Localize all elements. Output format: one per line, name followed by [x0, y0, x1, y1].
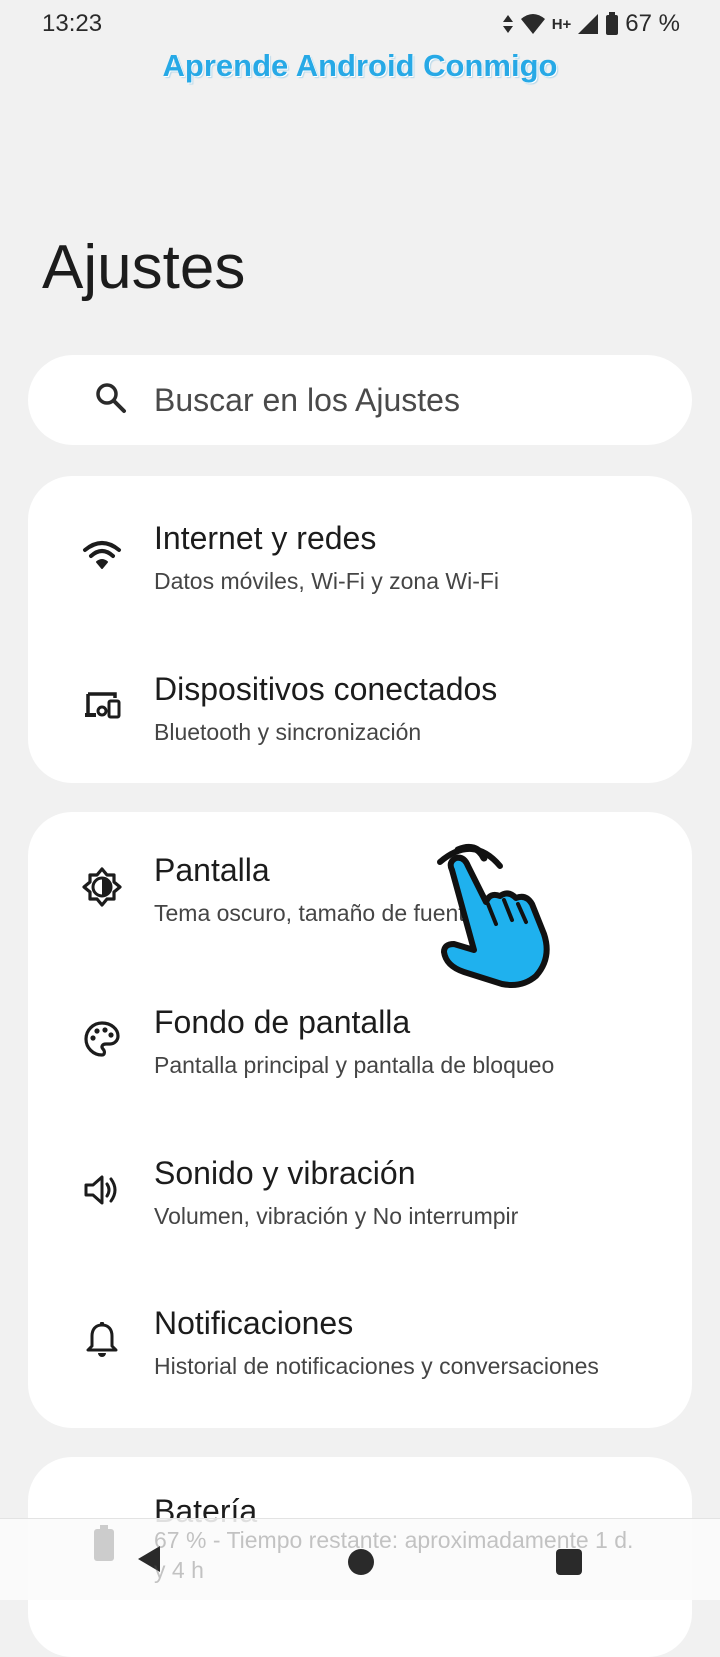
item-title: Fondo de pantalla: [154, 1004, 411, 1040]
signal-icon: [577, 13, 599, 35]
item-title: Internet y redes: [154, 520, 377, 556]
status-bar: 13:23 H+ 67 %: [0, 0, 720, 52]
network-type: H+: [551, 15, 572, 33]
settings-item-sound[interactable]: Sonido y vibración Volumen, vibración y …: [28, 1115, 692, 1265]
battery-status-icon: [605, 12, 619, 36]
battery-percent: 67 %: [625, 10, 680, 37]
settings-group-connectivity: Internet y redes Datos móviles, Wi-Fi y …: [28, 476, 692, 783]
settings-item-connected-devices[interactable]: Dispositivos conectados Bluetooth y sinc…: [28, 631, 692, 781]
settings-item-internet[interactable]: Internet y redes Datos móviles, Wi-Fi y …: [28, 480, 692, 630]
item-subtitle: Bluetooth y sincronización: [154, 719, 422, 745]
battery-subtitle: 67 % - Tiempo restante: aproximadamente …: [154, 1527, 634, 1583]
page-title: Ajustes: [42, 233, 246, 302]
item-title: Pantalla: [154, 852, 270, 888]
search-bar[interactable]: Buscar en los Ajustes: [28, 355, 692, 445]
settings-item-wallpaper[interactable]: Fondo de pantalla Pantalla principal y p…: [28, 964, 692, 1114]
search-placeholder: Buscar en los Ajustes: [154, 382, 460, 418]
item-subtitle: Historial de notificaciones y conversaci…: [154, 1353, 599, 1379]
status-icons: H+ 67 %: [502, 10, 680, 38]
speaker-icon: [80, 1168, 124, 1212]
item-title: Sonido y vibración: [154, 1155, 416, 1191]
wifi-status-icon: [520, 13, 546, 35]
settings-group-personalization: Pantalla Tema oscuro, tamaño de fuente, …: [28, 812, 692, 1428]
bell-icon: [80, 1318, 124, 1362]
item-subtitle: Pantalla principal y pantalla de bloqueo: [154, 1052, 555, 1078]
item-subtitle: Datos móviles, Wi-Fi y zona Wi-Fi: [154, 568, 500, 594]
search-icon: [94, 381, 128, 420]
pointing-hand-icon: [418, 840, 568, 995]
wifi-icon: [80, 533, 124, 577]
item-title: Notificaciones: [154, 1305, 354, 1341]
palette-icon: [80, 1017, 124, 1061]
settings-item-notifications[interactable]: Notificaciones Historial de notificacion…: [28, 1265, 692, 1415]
item-subtitle: Volumen, vibración y No interrumpir: [154, 1203, 519, 1229]
settings-item-display[interactable]: Pantalla Tema oscuro, tamaño de fuente, …: [28, 812, 692, 962]
devices-icon: [80, 684, 124, 728]
status-time: 13:23: [42, 10, 103, 37]
data-arrows-icon: [502, 14, 514, 34]
watermark-text: Aprende Android Conmigo: [162, 48, 558, 83]
battery-icon: [92, 1525, 116, 1566]
brightness-icon: [80, 865, 124, 909]
item-title: Dispositivos conectados: [154, 671, 498, 707]
